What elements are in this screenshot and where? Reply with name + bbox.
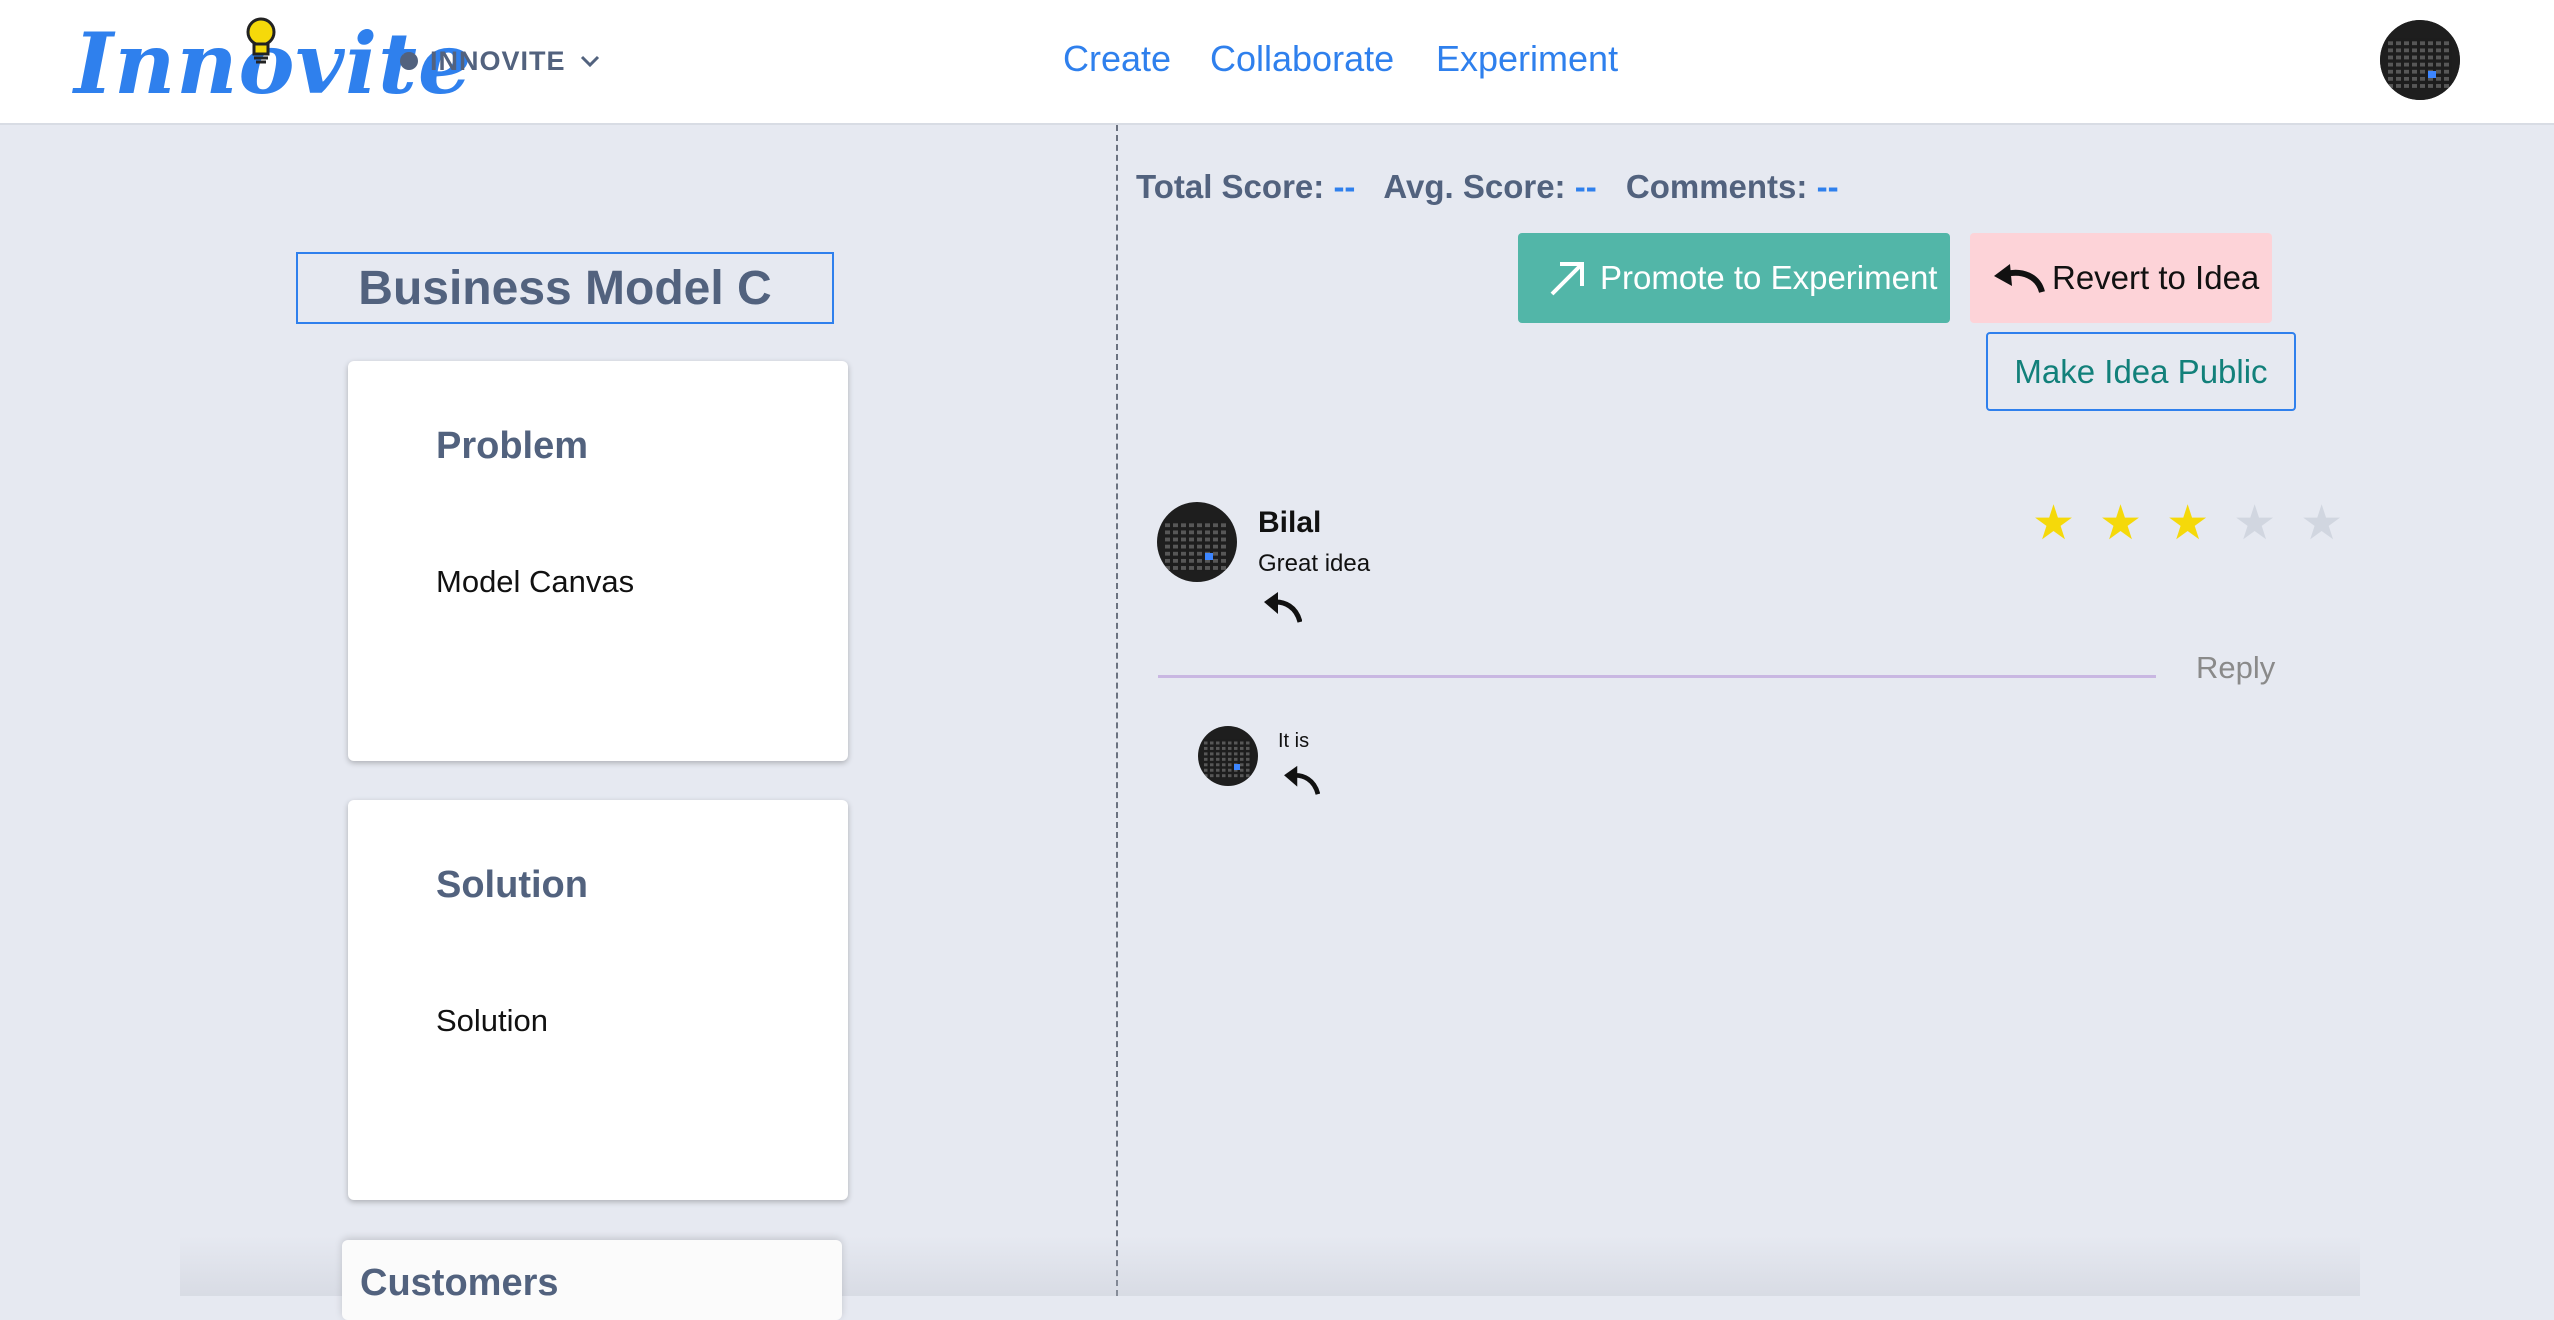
undo-arrow-icon — [1994, 264, 2045, 293]
reply-arrow-icon[interactable] — [1282, 764, 1320, 796]
revert-label: Revert to Idea — [2052, 259, 2260, 296]
workspace-selector[interactable]: INNOVITE — [400, 42, 602, 80]
reply-text: It is — [1278, 730, 1310, 752]
workspace-name: INNOVITE — [430, 45, 566, 76]
star-icon[interactable]: ★ — [2233, 500, 2276, 548]
top-navbar: Innovite INNOVITE Create Collaborate Exp… — [0, 0, 2554, 125]
canvas-title[interactable]: Business Model C — [296, 252, 834, 324]
total-score-value: -- — [1333, 168, 1356, 205]
score-summary: Total Score: -- Avg. Score: -- Comments:… — [1136, 168, 1859, 206]
rating-stars[interactable]: ★ ★ ★ ★ ★ — [2032, 500, 2343, 548]
nav-collaborate[interactable]: Collaborate — [1210, 38, 1394, 80]
reply-avatar — [1198, 726, 1258, 786]
reply-arrow-icon[interactable] — [1262, 590, 1302, 624]
comments-count-value: -- — [1816, 168, 1839, 205]
nav-experiment[interactable]: Experiment — [1436, 38, 1618, 80]
comment-text: Great idea — [1258, 550, 1371, 577]
card-title: Solution — [436, 864, 588, 906]
comment-author: Bilal — [1258, 506, 1322, 539]
card-title: Problem — [436, 425, 589, 467]
star-icon[interactable]: ★ — [2032, 500, 2075, 548]
revert-to-idea-button[interactable]: Revert to Idea — [1970, 233, 2272, 323]
avg-score-value: -- — [1574, 168, 1597, 205]
arrow-up-right-icon — [1550, 262, 1584, 296]
problem-card[interactable]: Problem Model Canvas — [348, 361, 848, 761]
chevron-down-icon — [580, 55, 599, 68]
reply-button[interactable]: Reply — [2196, 650, 2275, 686]
promote-to-experiment-button[interactable]: Promote to Experiment — [1518, 233, 1950, 323]
nav-create[interactable]: Create — [1063, 38, 1171, 80]
reply-input[interactable] — [1158, 675, 2156, 678]
promote-label: Promote to Experiment — [1600, 259, 1938, 296]
panel-divider — [1116, 125, 1118, 1296]
commenter-avatar — [1157, 502, 1237, 582]
card-body: Model Canvas — [436, 564, 635, 599]
make-idea-public-button[interactable]: Make Idea Public — [1986, 332, 2296, 411]
card-body: Solution — [436, 1003, 549, 1038]
solution-card[interactable]: Solution Solution — [348, 800, 848, 1200]
comments-count-label: Comments: — [1625, 168, 1808, 205]
star-icon[interactable]: ★ — [2166, 500, 2209, 548]
user-avatar[interactable] — [2380, 20, 2460, 100]
total-score-label: Total Score: — [1136, 168, 1325, 205]
lightbulb-icon — [246, 17, 276, 64]
card-title: Customers — [360, 1262, 559, 1304]
avg-score-label: Avg. Score: — [1383, 168, 1566, 205]
customers-card[interactable]: Customers — [342, 1240, 842, 1320]
star-icon[interactable]: ★ — [2099, 500, 2142, 548]
workspace-status-dot — [400, 52, 418, 70]
star-icon[interactable]: ★ — [2300, 500, 2343, 548]
